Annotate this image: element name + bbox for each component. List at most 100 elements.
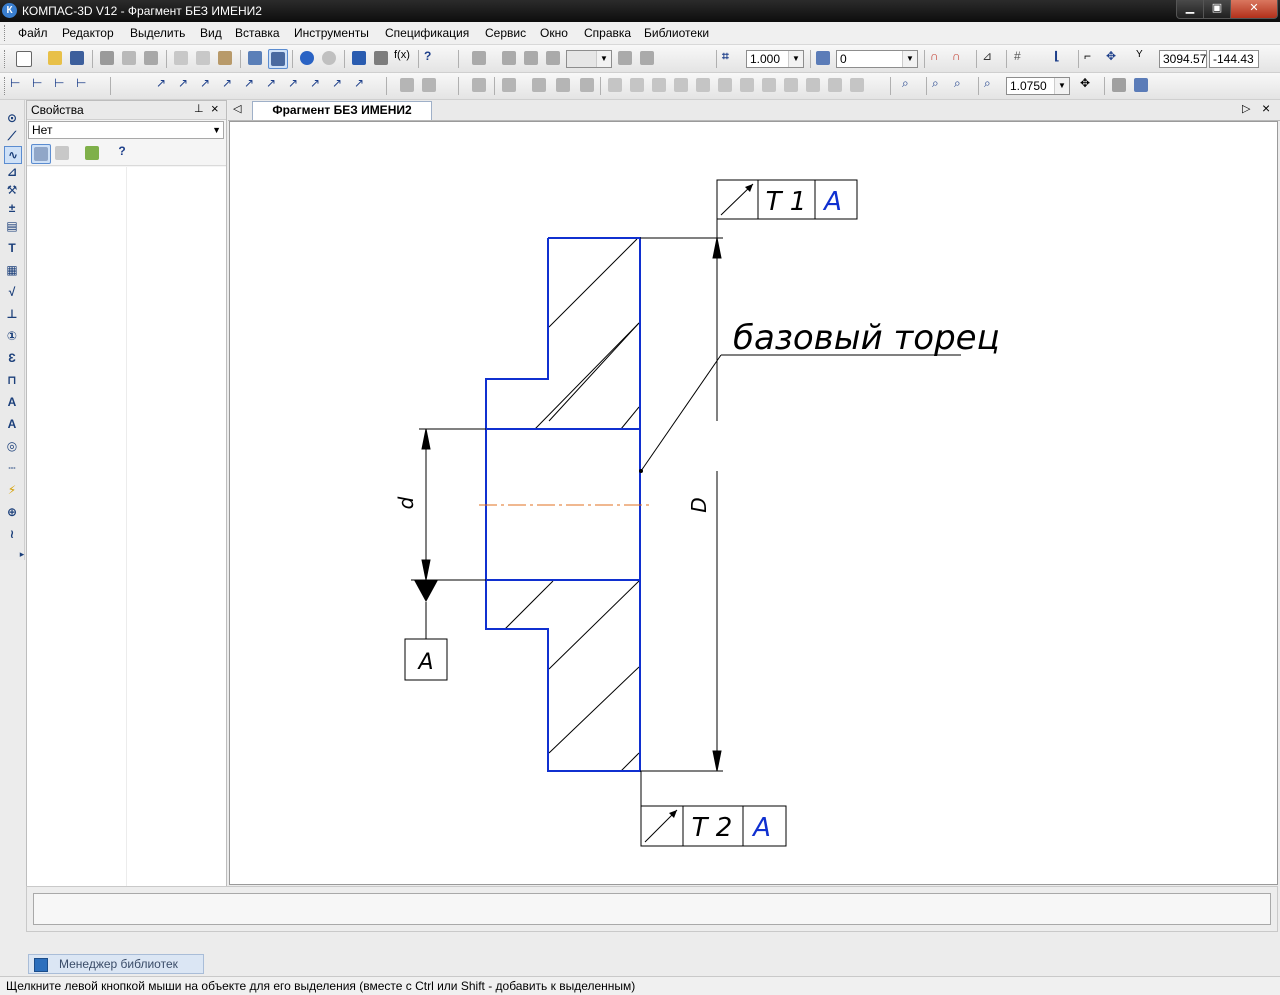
snap-magnet2-icon[interactable]: ∩ bbox=[952, 49, 970, 67]
layer-combo[interactable]: 0 ▼ bbox=[836, 50, 918, 68]
curve-tool-icon[interactable]: ∿ bbox=[4, 146, 22, 164]
parameters-field[interactable] bbox=[33, 893, 1271, 925]
op-icon-9[interactable] bbox=[782, 76, 800, 94]
cursor-icon[interactable]: ✥ bbox=[1106, 49, 1124, 67]
view-3d7-icon[interactable] bbox=[578, 76, 596, 94]
open-folder-icon[interactable] bbox=[46, 49, 64, 67]
manager-icon[interactable] bbox=[350, 49, 368, 67]
snap-point4-icon[interactable]: ↗ bbox=[222, 76, 240, 94]
snap-tool-icon[interactable]: ⊢ bbox=[10, 76, 28, 94]
hammer-icon[interactable]: ⚒ bbox=[4, 182, 20, 198]
menu-edit[interactable]: Редактор bbox=[62, 26, 114, 40]
wave-line-icon[interactable]: ≀ bbox=[4, 526, 20, 542]
menu-help[interactable]: Справка bbox=[584, 26, 631, 40]
base-icon[interactable]: A bbox=[4, 394, 20, 410]
snap-point7-icon[interactable]: ↗ bbox=[288, 76, 306, 94]
refresh2-icon[interactable] bbox=[1132, 76, 1150, 94]
zoom-in-icon[interactable]: ⌕ bbox=[932, 76, 950, 94]
op-icon-2[interactable] bbox=[628, 76, 646, 94]
view-tool5-icon[interactable] bbox=[616, 49, 634, 67]
snap-point5-icon[interactable]: ↗ bbox=[244, 76, 262, 94]
op-icon-1[interactable] bbox=[606, 76, 624, 94]
section-icon[interactable]: ◎ bbox=[4, 438, 20, 454]
toolbar-grip-2[interactable] bbox=[4, 77, 7, 95]
menu-insert[interactable]: Вставка bbox=[235, 26, 280, 40]
snap-tool2-icon[interactable]: ⊢ bbox=[32, 76, 50, 94]
marking-icon[interactable]: Ɛ bbox=[4, 350, 20, 366]
layer-icon[interactable] bbox=[814, 49, 832, 67]
variables-icon[interactable]: f(x) bbox=[394, 49, 412, 67]
snap-point8-icon[interactable]: ↗ bbox=[310, 76, 328, 94]
view-tool4-icon[interactable] bbox=[544, 49, 562, 67]
local-cs-icon[interactable]: ⌊ bbox=[1054, 49, 1072, 67]
position-icon[interactable]: ① bbox=[4, 328, 20, 344]
snap-point2-icon[interactable]: ↗ bbox=[178, 76, 196, 94]
library-icon[interactable] bbox=[372, 49, 390, 67]
view-3d-icon[interactable] bbox=[398, 76, 416, 94]
view-3d3-icon[interactable] bbox=[470, 76, 488, 94]
scale-combo[interactable]: 1.000 ▼ bbox=[746, 50, 804, 68]
zoom-combo[interactable]: 1.0750 ▼ bbox=[1006, 77, 1070, 95]
op-icon-11[interactable] bbox=[826, 76, 844, 94]
view-tool2-icon[interactable] bbox=[500, 49, 518, 67]
help-cursor-icon[interactable]: ? bbox=[424, 49, 442, 67]
menu-view[interactable]: Вид bbox=[200, 26, 222, 40]
pin-icon[interactable]: ⊥ bbox=[194, 102, 204, 115]
menu-libraries[interactable]: Библиотеки bbox=[644, 26, 709, 40]
drawing-canvas[interactable]: D d A T 1 A T 2 A базовый торец bbox=[229, 121, 1278, 885]
tolerance-icon[interactable]: ⊓ bbox=[4, 372, 20, 388]
op-icon-4[interactable] bbox=[672, 76, 690, 94]
measure-icon[interactable]: ± bbox=[4, 200, 20, 216]
print-icon[interactable] bbox=[98, 49, 116, 67]
categorized-icon[interactable] bbox=[31, 144, 51, 164]
coord-y-field[interactable]: -144.43 bbox=[1209, 50, 1259, 68]
roughness-icon[interactable]: √ bbox=[4, 284, 20, 300]
view-3d5-icon[interactable] bbox=[530, 76, 548, 94]
zoom-out-icon[interactable]: ⌕ bbox=[954, 76, 972, 94]
panel-close-icon[interactable]: × bbox=[211, 101, 219, 116]
close-button[interactable]: ✕ bbox=[1230, 0, 1278, 19]
menu-tools[interactable]: Инструменты bbox=[294, 26, 369, 40]
snap-point6-icon[interactable]: ↗ bbox=[266, 76, 284, 94]
properties-edit-icon[interactable] bbox=[83, 144, 101, 162]
tab-scroll-right-icon[interactable]: ▷ bbox=[1242, 102, 1250, 115]
leader-icon[interactable]: ⊥ bbox=[4, 306, 20, 322]
snap-tool3-icon[interactable]: ⊢ bbox=[54, 76, 72, 94]
properties-icon[interactable] bbox=[268, 49, 288, 69]
toolbar-grip[interactable] bbox=[4, 50, 7, 68]
view-tool3-icon[interactable] bbox=[522, 49, 540, 67]
grid-icon[interactable]: # bbox=[1014, 49, 1032, 67]
redo-icon[interactable] bbox=[320, 49, 338, 67]
view-tool-icon[interactable] bbox=[470, 49, 488, 67]
print-preview-icon[interactable] bbox=[120, 49, 138, 67]
scale-icon[interactable]: ⌗ bbox=[722, 49, 740, 67]
lightning-icon[interactable]: ⚡ bbox=[4, 482, 20, 498]
maximize-button[interactable]: ▣ bbox=[1203, 0, 1231, 19]
op-icon-7[interactable] bbox=[738, 76, 756, 94]
format-brush-icon[interactable] bbox=[246, 49, 264, 67]
op-icon-12[interactable] bbox=[848, 76, 866, 94]
view-tool6-icon[interactable] bbox=[638, 49, 656, 67]
menu-select[interactable]: Выделить bbox=[130, 26, 185, 40]
text-tool-icon[interactable]: T bbox=[4, 240, 20, 256]
refresh-icon[interactable] bbox=[1110, 76, 1128, 94]
op-icon-5[interactable] bbox=[694, 76, 712, 94]
snap-point3-icon[interactable]: ↗ bbox=[200, 76, 218, 94]
paste-icon[interactable] bbox=[216, 49, 234, 67]
menu-service[interactable]: Сервис bbox=[485, 26, 526, 40]
view-3d2-icon[interactable] bbox=[420, 76, 438, 94]
document-close-icon[interactable]: × bbox=[1262, 100, 1270, 116]
zoom-window-icon[interactable]: ⌕ bbox=[902, 76, 920, 94]
round-icon[interactable]: ⌐ bbox=[1084, 49, 1102, 67]
new-document-icon[interactable] bbox=[14, 49, 32, 67]
line-tool-icon[interactable]: ⟋ bbox=[4, 128, 20, 144]
menu-window[interactable]: Окно bbox=[540, 26, 568, 40]
op-icon-3[interactable] bbox=[650, 76, 668, 94]
center-mark-icon[interactable]: ⊕ bbox=[4, 504, 20, 520]
sort-az-icon[interactable] bbox=[53, 144, 71, 162]
snap-magnet-icon[interactable]: ∩ bbox=[930, 49, 948, 67]
menu-specification[interactable]: Спецификация bbox=[385, 26, 469, 40]
menu-grip[interactable] bbox=[4, 25, 7, 41]
report-icon[interactable]: ▤ bbox=[4, 218, 20, 234]
pan-icon[interactable]: ✥ bbox=[1080, 76, 1098, 94]
